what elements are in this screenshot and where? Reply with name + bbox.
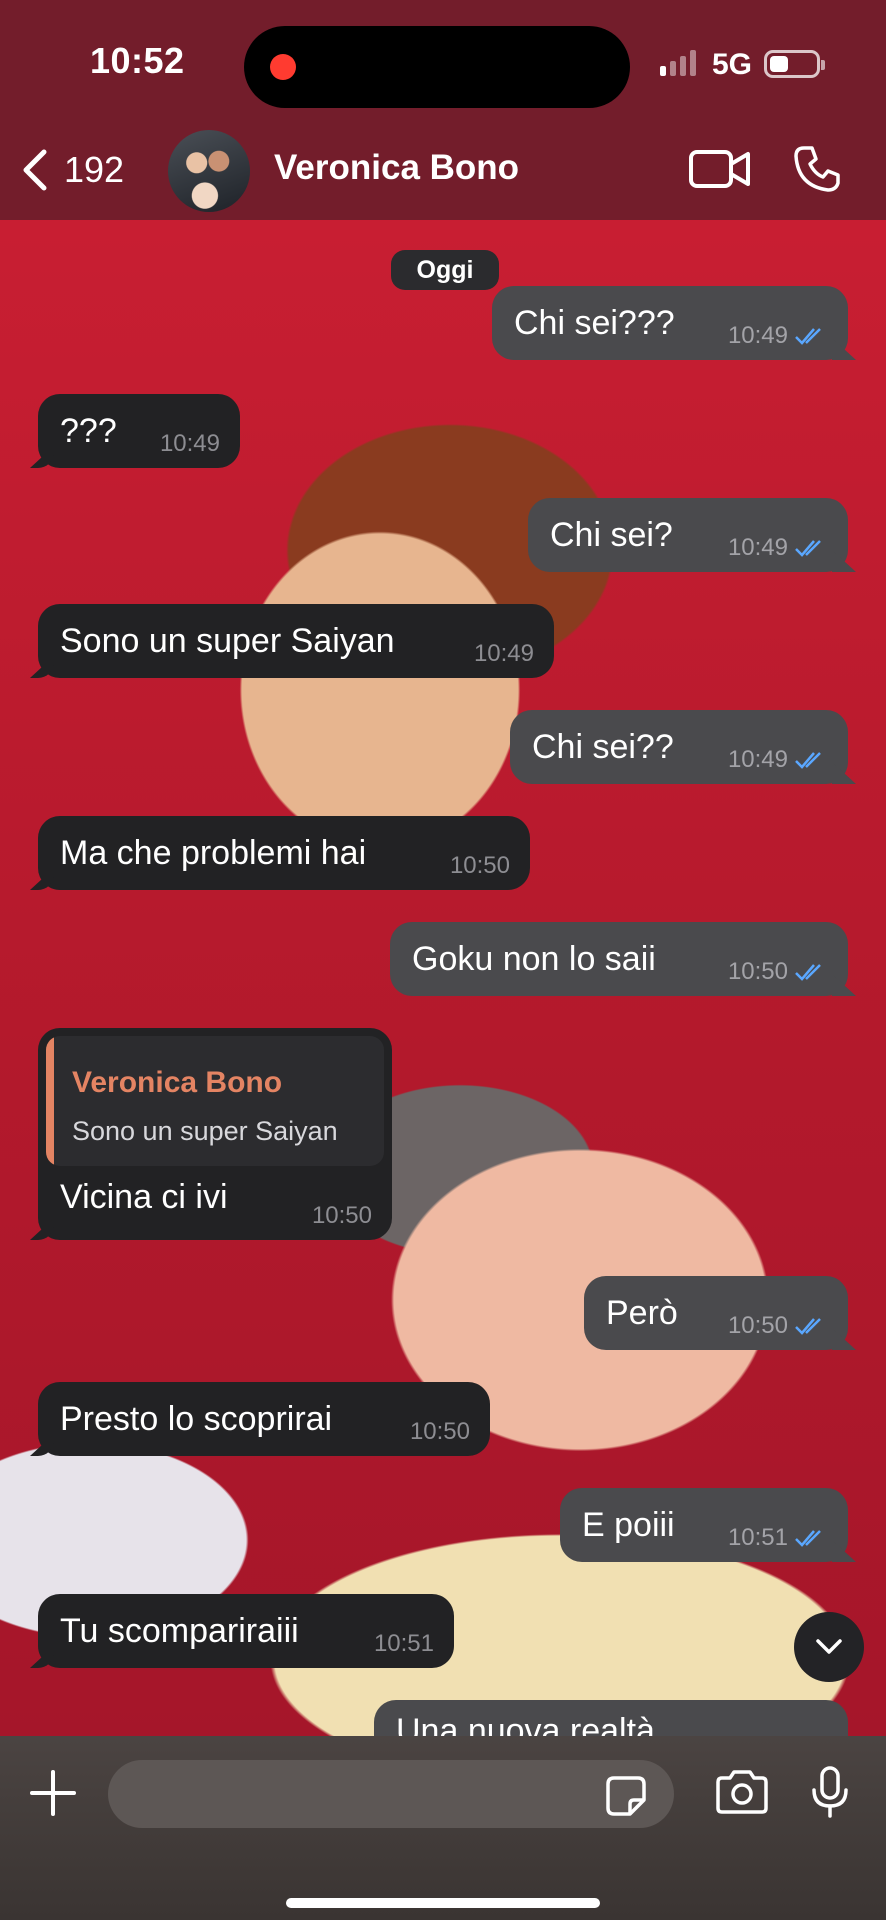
message-time: 10:50: [409, 1418, 470, 1445]
message-text: Tu scompariraiii: [60, 1612, 299, 1650]
message-text: Vicina ci ivi: [60, 1178, 228, 1216]
message-bubble-incoming-reply[interactable]: Veronica Bono Sono un super Saiyan Vicin…: [38, 1028, 392, 1240]
video-camera-icon: [689, 150, 750, 188]
message-text: Ma che problemi hai: [60, 834, 367, 872]
voice-call-button[interactable]: [792, 144, 842, 199]
message-bubble-outgoing[interactable]: Chi sei??? 10:49: [492, 286, 848, 360]
scroll-to-bottom-button[interactable]: [794, 1612, 864, 1682]
message-time: 10:50: [727, 958, 788, 985]
double-check-icon: [795, 752, 821, 769]
message-bubble-outgoing[interactable]: Però 10:50: [584, 1276, 848, 1350]
message-time: 10:51: [373, 1630, 434, 1657]
message-input-bar: [0, 1736, 886, 1920]
message-time: 10:49: [473, 640, 534, 667]
chat-area[interactable]: Oggi Chi sei??? 10:49 ??? 10:49 Chi sei?…: [0, 220, 886, 1736]
voice-message-button[interactable]: [808, 1764, 852, 1825]
message-bubble-outgoing[interactable]: E poiii 10:51: [560, 1488, 848, 1562]
signal-strength-icon: [660, 50, 696, 76]
battery-icon: [764, 50, 825, 78]
message-text: Però: [606, 1294, 678, 1332]
message-time: 10:49: [159, 430, 220, 457]
message-text: Presto lo scoprirai: [60, 1400, 333, 1438]
message-time: 10:49: [727, 534, 788, 561]
message-bubble-outgoing[interactable]: Chi sei? 10:49: [528, 498, 848, 572]
sticker-button[interactable]: [604, 1774, 648, 1823]
message-text: ???: [60, 412, 117, 450]
message-text: Chi sei?: [550, 516, 673, 554]
message-text: Chi sei???: [514, 304, 675, 342]
message-time: 10:50: [727, 1312, 788, 1339]
message-text: Sono un super Saiyan: [60, 622, 395, 660]
status-bar: 10:52 5G: [0, 0, 886, 120]
double-check-icon: [795, 328, 821, 345]
attach-button[interactable]: [28, 1768, 78, 1823]
message-bubble-incoming[interactable]: Ma che problemi hai 10:50: [38, 816, 530, 890]
double-check-icon: [795, 1318, 821, 1335]
camera-icon: [716, 1770, 768, 1814]
message-bubble-outgoing[interactable]: Goku non lo saii 10:50: [390, 922, 848, 996]
unread-chats-count: 192: [64, 149, 125, 190]
message-bubble-outgoing[interactable]: Una nuova realtà: [374, 1700, 848, 1736]
message-text: Goku non lo saii: [412, 940, 656, 978]
contact-avatar[interactable]: [168, 130, 250, 212]
chevron-left-icon: [23, 149, 47, 191]
quoted-text: Sono un super Saiyan: [72, 1116, 338, 1146]
message-bubble-outgoing[interactable]: Chi sei?? 10:49: [510, 710, 848, 784]
quoted-message[interactable]: Veronica Bono Sono un super Saiyan: [46, 1036, 384, 1166]
message-time: 10:50: [311, 1202, 372, 1229]
video-call-button[interactable]: [688, 146, 752, 197]
status-time: 10:52: [90, 40, 185, 81]
camera-button[interactable]: [714, 1768, 770, 1821]
message-time: 10:50: [449, 852, 510, 879]
chevron-down-icon: [816, 1639, 842, 1654]
microphone-icon: [812, 1766, 848, 1818]
double-check-icon: [795, 540, 821, 557]
message-text: Una nuova realtà: [396, 1712, 655, 1736]
recording-indicator: [270, 54, 296, 80]
quoted-sender: Veronica Bono: [72, 1066, 283, 1099]
home-indicator[interactable]: [286, 1898, 600, 1908]
sticker-icon: [606, 1776, 646, 1816]
message-bubble-incoming[interactable]: Tu scompariraiii 10:51: [38, 1594, 454, 1668]
contact-name[interactable]: Veronica Bono: [274, 148, 519, 188]
date-separator: Oggi: [391, 250, 499, 290]
message-text: E poiii: [582, 1506, 675, 1544]
message-bubble-incoming[interactable]: ??? 10:49: [38, 394, 240, 468]
message-bubble-incoming[interactable]: Sono un super Saiyan 10:49: [38, 604, 554, 678]
network-type: 5G: [712, 48, 753, 81]
plus-icon: [30, 1770, 76, 1816]
dynamic-island: [244, 26, 630, 108]
message-bubble-incoming[interactable]: Presto lo scoprirai 10:50: [38, 1382, 490, 1456]
message-text: Chi sei??: [532, 728, 674, 766]
message-input[interactable]: [108, 1760, 674, 1828]
double-check-icon: [795, 964, 821, 981]
message-time: 10:51: [727, 1524, 788, 1551]
double-check-icon: [795, 1530, 821, 1547]
message-time: 10:49: [727, 322, 788, 349]
phone-icon: [794, 146, 840, 192]
message-time: 10:49: [727, 746, 788, 773]
chat-header: 192 Veronica Bono: [0, 120, 886, 220]
back-button[interactable]: 192: [18, 146, 124, 194]
